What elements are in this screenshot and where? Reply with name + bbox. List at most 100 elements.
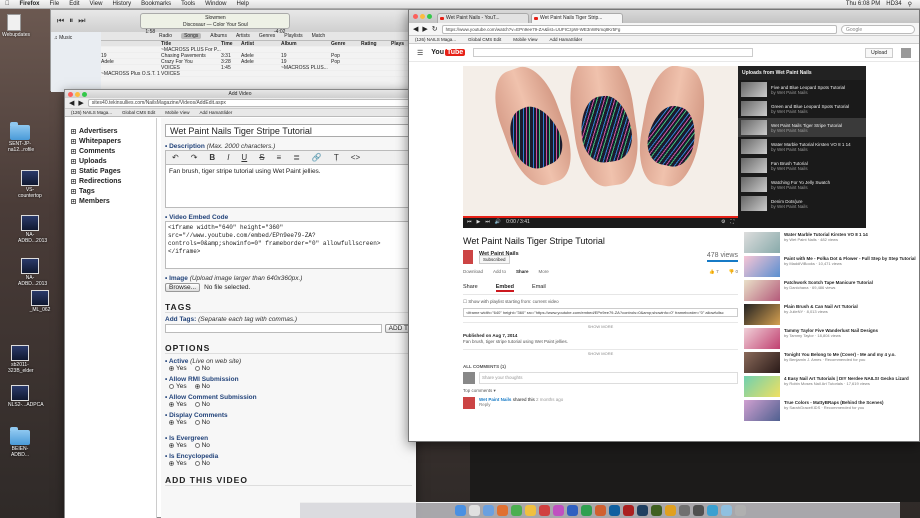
playlist-item[interactable]: Five and Blue Leopard Spots Tutorial by W…: [738, 80, 866, 99]
progress-bar[interactable]: [463, 216, 738, 218]
tags-input[interactable]: [165, 324, 382, 333]
source-code-icon[interactable]: <>: [351, 153, 360, 162]
close-icon[interactable]: [68, 92, 73, 97]
dislike-button[interactable]: 👎 0: [729, 269, 738, 275]
word-icon[interactable]: [566, 505, 578, 516]
embed-code-textarea[interactable]: <iframe width="640" height="360" src="//…: [165, 221, 412, 269]
nav-albums[interactable]: Albums: [210, 33, 227, 39]
menu-tools[interactable]: Tools: [176, 1, 200, 7]
playlist-item[interactable]: Fan Brush Tutorial by Wet Paint Nails: [738, 156, 866, 175]
reload-icon[interactable]: ↻: [432, 25, 438, 33]
previous-icon[interactable]: ⏮: [57, 16, 64, 26]
menu-help[interactable]: Help: [231, 1, 253, 7]
bookmark-item[interactable]: Add HamaSlider: [199, 110, 232, 115]
related-video[interactable]: Tammy Taylor Five Wanderlust Nail Design…: [744, 328, 920, 351]
nav-static-pages[interactable]: + Static Pages: [71, 166, 150, 176]
nav-members[interactable]: + Members: [71, 196, 150, 206]
menu-window[interactable]: Window: [200, 1, 231, 7]
tab-embed[interactable]: Embed: [495, 284, 515, 292]
downloads-icon[interactable]: [720, 505, 732, 516]
related-video[interactable]: True Colors - MattyBRaps (Behind the Sce…: [744, 400, 920, 423]
avatar[interactable]: [463, 397, 475, 409]
show-more-link[interactable]: SHOW MORE: [463, 349, 738, 356]
underline-icon[interactable]: U: [241, 153, 247, 162]
bookmark-item[interactable]: Global CMS Edit: [468, 37, 501, 42]
radio-no[interactable]: No: [194, 401, 210, 408]
radio-yes[interactable]: Yes: [169, 460, 187, 467]
expand-icon[interactable]: +: [71, 178, 76, 184]
radio-no[interactable]: No: [194, 442, 210, 449]
nav-comments[interactable]: + Comments: [71, 146, 150, 156]
bookmark-item[interactable]: (126) NAILS Maga...: [415, 37, 456, 42]
nav-match[interactable]: Match: [312, 33, 326, 39]
terminal-icon[interactable]: [692, 505, 704, 516]
bold-icon[interactable]: B: [209, 153, 215, 162]
radio-yes[interactable]: Yes: [169, 442, 187, 449]
playlist-item[interactable]: Water Marble Tutorial Kirsten VO 8 1 14 b…: [738, 137, 866, 156]
nav-whitepapers[interactable]: + Whitepapers: [71, 136, 150, 146]
previous-icon[interactable]: ⏮: [467, 219, 472, 225]
close-icon[interactable]: [413, 14, 418, 19]
minimize-icon[interactable]: [75, 92, 80, 97]
safari-icon[interactable]: [482, 505, 494, 516]
tab-youtube-channel[interactable]: Wet Paint Nails - YouT...: [437, 13, 529, 23]
address-bar[interactable]: https://www.youtube.com/watch?v=EPn9ee79…: [441, 24, 837, 34]
minimize-icon[interactable]: [420, 14, 425, 19]
zoom-icon[interactable]: [427, 14, 432, 19]
radio-yes[interactable]: Yes: [169, 401, 187, 408]
expand-icon[interactable]: +: [71, 188, 76, 194]
download-button[interactable]: Download: [463, 269, 483, 275]
play-icon[interactable]: ▶: [477, 219, 481, 225]
playlist-item[interactable]: Watching For Yo Jelly Swatch by Wet Paint…: [738, 175, 866, 194]
hamburger-icon[interactable]: ☰: [417, 49, 423, 57]
outlook-icon[interactable]: [608, 505, 620, 516]
playlist-item[interactable]: Green and Blue Leopard Spots Tutorial by …: [738, 99, 866, 118]
search-box[interactable]: Google: [841, 24, 915, 34]
acrobat-icon[interactable]: [622, 505, 634, 516]
bookmark-item[interactable]: Mobile View: [513, 37, 537, 42]
expand-icon[interactable]: +: [71, 198, 76, 204]
related-video[interactable]: Tonight You Belong to Me (Cover) - Me an…: [744, 352, 920, 375]
tab-email[interactable]: Email: [532, 284, 546, 292]
expand-icon[interactable]: +: [71, 158, 76, 164]
video-player[interactable]: ⏮ ▶ ⏭ 🔊 0:00 / 3:41 ⚙ ⛶: [463, 66, 738, 228]
user-name[interactable]: HD34: [886, 1, 901, 8]
add-to-button[interactable]: Add to: [493, 269, 506, 275]
nav-tags[interactable]: + Tags: [71, 186, 150, 196]
settings-icon[interactable]: ⚙: [721, 219, 725, 225]
radio-yes[interactable]: Yes: [169, 365, 187, 372]
preview-icon[interactable]: [664, 505, 676, 516]
expand-icon[interactable]: +: [71, 148, 76, 154]
desktop-icon[interactable]: _ML_062: [28, 290, 52, 313]
start-at-option[interactable]: ☐ Show with playlist starting from: curr…: [463, 299, 738, 305]
bullet-list-icon[interactable]: ≡: [277, 153, 282, 162]
back-icon[interactable]: ◀: [413, 25, 418, 33]
itunes-icon[interactable]: [552, 505, 564, 516]
desktop-icon[interactable]: BEIEN-ADBD...: [8, 427, 32, 458]
related-video[interactable]: Water Marble Tutorial Kirsten VO 8 1 14 b…: [744, 232, 920, 255]
comment-input[interactable]: Share your thoughts: [479, 372, 738, 384]
nav-radio[interactable]: Radio: [159, 33, 172, 39]
nav-redirections[interactable]: + Redirections: [71, 176, 150, 186]
subscribed-button[interactable]: Subscribed: [479, 255, 510, 264]
nav-uploads[interactable]: + Uploads: [71, 156, 150, 166]
zoom-icon[interactable]: [82, 92, 87, 97]
tab-share[interactable]: Share: [463, 284, 478, 292]
radio-no[interactable]: No: [194, 419, 210, 426]
bookmark-item[interactable]: Mobile View: [165, 110, 189, 115]
playlist-item[interactable]: Denim Dots(ure by Wet Paint Nails: [738, 194, 866, 213]
link-icon[interactable]: 🔗: [312, 153, 322, 162]
system-preferences-icon[interactable]: [678, 505, 690, 516]
bookmark-item[interactable]: Add HamaSlider: [549, 37, 582, 42]
radio-no[interactable]: No: [194, 460, 210, 467]
calendar-icon[interactable]: [538, 505, 550, 516]
bookmark-item[interactable]: Global CMS Edit: [122, 110, 155, 115]
desktop-icon[interactable]: Webupdates: [2, 14, 30, 38]
fullscreen-icon[interactable]: ⛶: [730, 219, 734, 225]
browse-button[interactable]: Browse...: [165, 283, 201, 292]
playlist-item[interactable]: Wet Paint Nails Tiger Stripe Tutorial by …: [738, 118, 866, 137]
redo-icon[interactable]: ↷: [191, 153, 198, 162]
menu-file[interactable]: File: [45, 1, 65, 7]
youtube-logo[interactable]: You Tube: [431, 49, 466, 56]
radio-yes[interactable]: Yes: [169, 419, 187, 426]
